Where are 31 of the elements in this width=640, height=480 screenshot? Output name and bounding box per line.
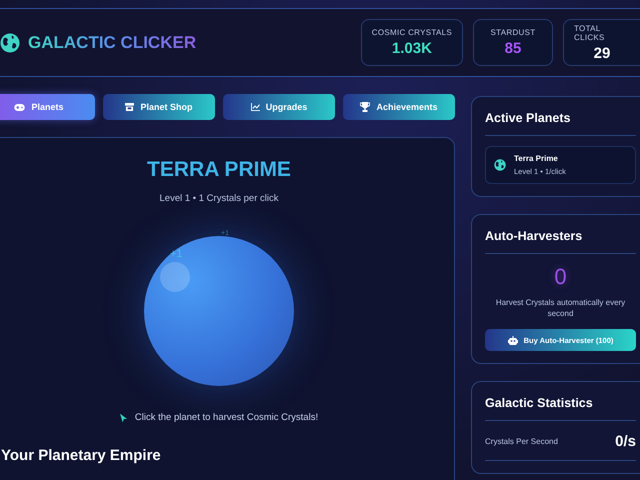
line-chart-icon xyxy=(250,103,260,111)
harvester-description: Harvest Crystals automatically every second xyxy=(494,297,626,320)
card-title: Auto-Harvesters xyxy=(485,215,636,254)
planet-subtitle: Level 1 • 1 Crystals per click xyxy=(160,193,278,204)
card-title: Galactic Statistics xyxy=(485,382,636,422)
tab[interactable]: Upgrades xyxy=(223,94,335,120)
robot-icon xyxy=(508,336,518,345)
stat-value: 29 xyxy=(594,44,610,62)
globe-icon xyxy=(494,159,506,171)
planet-name: Terra Prime xyxy=(514,154,559,163)
card-title: Active Planets xyxy=(485,97,636,136)
section-heading: Your Planetary Empire xyxy=(1,447,161,464)
click-popup: +1 xyxy=(170,248,183,260)
trophy-icon xyxy=(360,102,370,112)
tab[interactable]: Planet Shop xyxy=(103,94,215,120)
stat-value: 1.03K xyxy=(392,40,432,57)
stat-value: 0/s xyxy=(615,433,636,450)
store-icon xyxy=(125,103,134,111)
harvester-count: 0 xyxy=(553,264,568,290)
cursor-icon xyxy=(120,412,127,422)
tab[interactable]: Achievements xyxy=(343,94,455,120)
stat-label: COSMIC CRYSTALS xyxy=(372,28,452,37)
stat-label: Crystals Per Second xyxy=(485,437,558,446)
gamepad-icon xyxy=(14,104,26,110)
stat-label: TOTAL CLICKS xyxy=(574,24,606,42)
hint-text: Click the planet to harvest Cosmic Crystals! xyxy=(134,412,318,423)
stat-label: STARDUST xyxy=(490,28,536,37)
click-ripple xyxy=(160,262,190,292)
tab[interactable]: Planets xyxy=(0,94,95,120)
stat-value: 85 xyxy=(504,40,522,57)
planet-name: TERRA PRIME xyxy=(147,158,291,182)
